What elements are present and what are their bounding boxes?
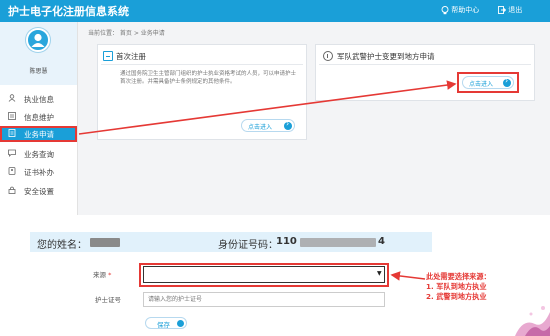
nurse-cert-input[interactable]	[143, 292, 385, 307]
caret-down-icon[interactable]: ▼	[377, 270, 382, 277]
breadcrumb: 当前位置： 首页 > 业务申请	[88, 30, 165, 37]
user-icon	[31, 33, 45, 47]
logout-icon	[498, 6, 506, 14]
sidebar-item-info-maintenance[interactable]: 信息维护	[0, 109, 77, 125]
list-icon	[8, 112, 16, 120]
first-registration-enter-button[interactable]: 点击进入	[241, 119, 295, 132]
id-number-suffix: 4	[378, 236, 385, 247]
sidebar-item-label: 信息维护	[24, 113, 54, 122]
power-icon	[323, 51, 333, 61]
user-name: 陈思慧	[29, 68, 48, 75]
redacted-name	[90, 238, 120, 247]
source-label: 来源 *	[93, 269, 111, 279]
sidebar-item-business-query[interactable]: 业务查询	[0, 146, 77, 162]
card-divider	[319, 64, 531, 65]
sidebar-item-label: 证书补办	[24, 168, 54, 177]
document-icon	[8, 129, 16, 137]
sidebar-item-label: 安全设置	[24, 187, 54, 196]
card-description: 通过国务院卫生主管部门组织的护士执业资格考试的人员，可以申请护士首次注册。并需具…	[120, 71, 297, 85]
arrow-right-icon	[284, 119, 292, 130]
arrow-right-icon	[177, 320, 184, 327]
sidebar-item-practice-info[interactable]: 执业信息	[0, 91, 77, 107]
sidebar-item-label: 业务查询	[24, 150, 54, 159]
arrow-to-source-select	[390, 271, 426, 281]
id-number-prefix: 110	[276, 236, 297, 247]
app-title: 护士电子化注册信息系统	[8, 5, 129, 18]
save-button[interactable]: 保存	[145, 317, 187, 329]
enter-button-label: 点击进入	[248, 124, 273, 131]
sidebar-item-label: 执业信息	[24, 95, 54, 104]
card-divider	[101, 64, 303, 65]
name-label: 您的姓名：	[37, 240, 87, 251]
document-icon	[103, 51, 113, 61]
avatar	[26, 28, 50, 52]
source-select[interactable]	[143, 266, 385, 283]
sidebar-item-business-application[interactable]: 业务申请	[0, 126, 77, 142]
logout-link[interactable]: 退出	[498, 5, 522, 15]
military-transfer-enter-button[interactable]: 点击进入	[462, 76, 514, 89]
help-center-link[interactable]: 帮助中心	[441, 5, 479, 15]
card-title: 军队武警护士变更到地方申请	[337, 52, 435, 61]
card-icon	[8, 167, 16, 175]
arrow-right-icon	[503, 76, 511, 87]
lightbulb-icon	[441, 5, 449, 14]
enter-button-label: 点击进入	[469, 81, 494, 88]
card-title: 首次注册	[116, 52, 146, 61]
lock-icon	[8, 186, 16, 194]
annotation-line: 1. 军队到地方执业	[426, 282, 487, 291]
save-button-label: 保存	[157, 321, 170, 329]
sidebar-item-security-settings[interactable]: 安全设置	[0, 183, 77, 199]
source-label-text: 来源	[93, 271, 106, 279]
person-icon	[8, 94, 16, 102]
sidebar-item-certificate-reissue[interactable]: 证书补办	[0, 164, 77, 180]
redacted-id-number	[300, 238, 376, 247]
help-center-label: 帮助中心	[451, 6, 480, 14]
chat-icon	[8, 149, 16, 157]
sidebar-item-label: 业务申请	[24, 130, 54, 139]
id-number-label: 身份证号码：	[218, 240, 278, 251]
decorative-image	[515, 306, 550, 336]
annotation-line: 2. 武警到地方执业	[426, 292, 487, 301]
annotation-note: 此处需要选择来源： 1. 军队到地方执业 2. 武警到地方执业	[426, 272, 491, 302]
nurse-cert-label: 护士证号	[95, 296, 121, 304]
required-mark: *	[108, 271, 112, 279]
logout-label: 退出	[508, 6, 523, 14]
annotation-line: 此处需要选择来源：	[426, 272, 491, 281]
